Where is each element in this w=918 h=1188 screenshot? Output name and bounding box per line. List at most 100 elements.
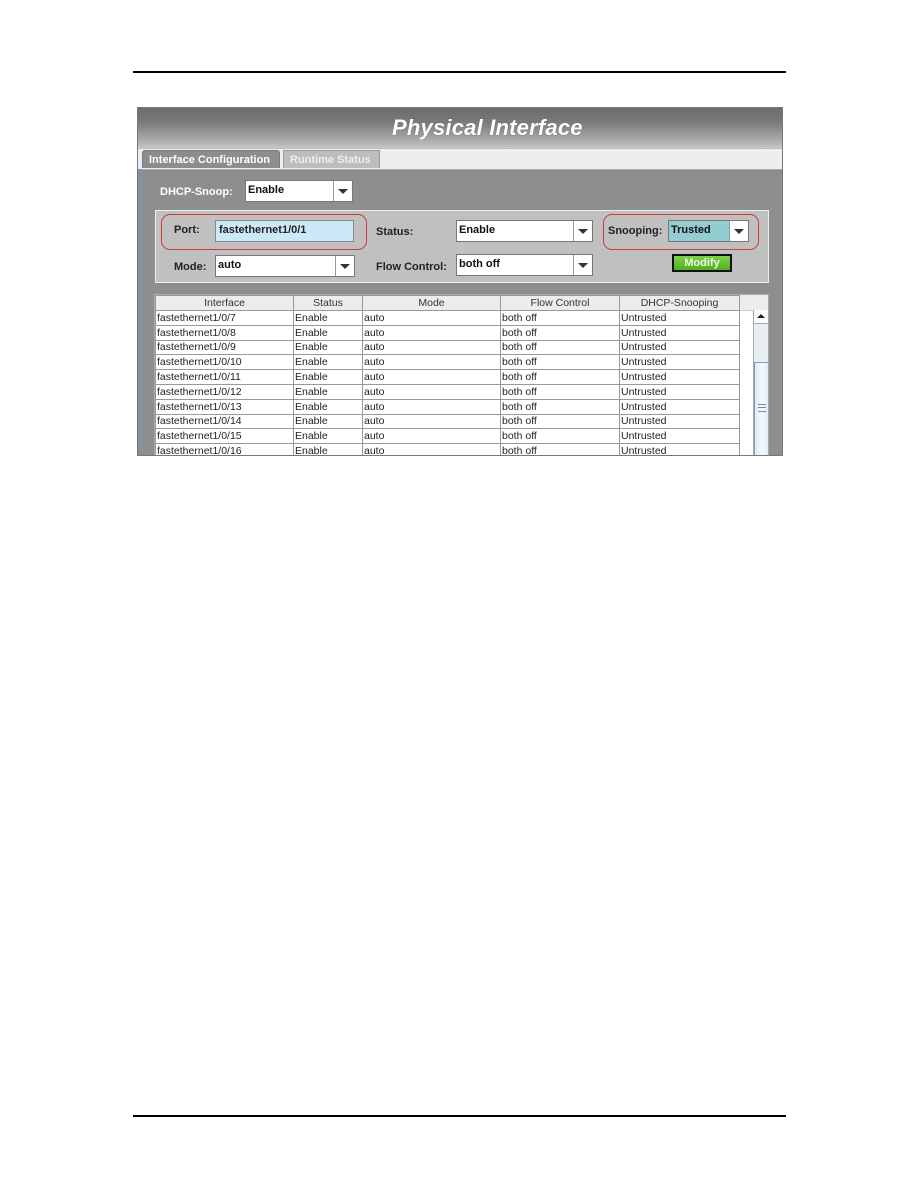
cell-flow-control: both off: [500, 398, 620, 415]
cell-flow-control: both off: [500, 354, 620, 371]
cell-status: Enable: [293, 428, 363, 445]
cell-dhcp-snooping: Untrusted: [619, 413, 740, 430]
cell-flow-control: both off: [500, 413, 620, 430]
cell-interface: fastethernet1/0/7: [155, 310, 294, 326]
cell-mode: auto: [362, 413, 501, 430]
flow-control-label: Flow Control:: [376, 261, 447, 273]
chevron-down-icon[interactable]: [729, 221, 748, 241]
port-label: Port:: [174, 224, 200, 236]
cell-interface: fastethernet1/0/10: [155, 354, 294, 371]
port-field[interactable]: fastethernet1/0/1: [215, 220, 354, 242]
cell-dhcp-snooping: Untrusted: [619, 383, 740, 400]
cell-dhcp-snooping: Untrusted: [619, 428, 740, 445]
dhcp-snoop-label: DHCP-Snoop:: [160, 186, 233, 198]
interface-grid: Interface Status Mode Flow Control DHCP-…: [155, 295, 740, 455]
cell-mode: auto: [362, 383, 501, 400]
table-header-row: Interface Status Mode Flow Control DHCP-…: [155, 295, 740, 311]
interface-table: Interface Status Mode Flow Control DHCP-…: [154, 294, 769, 455]
dhcp-snoop-value: Enable: [248, 184, 285, 196]
cell-dhcp-snooping: Untrusted: [619, 443, 740, 455]
cell-interface: fastethernet1/0/12: [155, 383, 294, 400]
scrollbar-thumb[interactable]: [754, 363, 768, 455]
cell-flow-control: both off: [500, 324, 620, 341]
table-row[interactable]: fastethernet1/0/10 Enable auto both off Untr…: [155, 354, 740, 371]
cell-dhcp-snooping: Untrusted: [619, 354, 740, 371]
cell-mode: auto: [362, 428, 501, 445]
cell-status: Enable: [293, 354, 363, 371]
cell-mode: auto: [362, 354, 501, 371]
cell-dhcp-snooping: Untrusted: [619, 324, 740, 341]
column-header-interface[interactable]: Interface: [155, 295, 294, 311]
table-row[interactable]: fastethernet1/0/13 Enable auto both off Untr…: [155, 398, 740, 415]
grip-icon: [758, 404, 766, 412]
column-header-mode[interactable]: Mode: [362, 295, 501, 311]
port-value: fastethernet1/0/1: [219, 224, 307, 236]
modify-button[interactable]: Modify: [672, 254, 732, 272]
table-row[interactable]: fastethernet1/0/11 Enable auto both off Untr…: [155, 369, 740, 385]
table-row[interactable]: fastethernet1/0/12 Enable auto both off Untr…: [155, 383, 740, 400]
mode-select[interactable]: auto: [215, 255, 355, 277]
chevron-down-icon[interactable]: [333, 181, 352, 201]
cell-status: Enable: [293, 339, 363, 356]
page-footer-rule: [133, 1115, 786, 1117]
cell-mode: auto: [362, 443, 501, 455]
cell-flow-control: both off: [500, 428, 620, 445]
cell-mode: auto: [362, 369, 501, 385]
port-settings-form: Port: fastethernet1/0/1 Status: Enable S…: [155, 210, 769, 283]
cell-mode: auto: [362, 398, 501, 415]
dhcp-snoop-select[interactable]: Enable: [245, 180, 353, 202]
cell-mode: auto: [362, 310, 501, 326]
cell-status: Enable: [293, 413, 363, 430]
table-row[interactable]: fastethernet1/0/15 Enable auto both off Untr…: [155, 428, 740, 445]
cell-status: Enable: [293, 310, 363, 326]
cell-interface: fastethernet1/0/8: [155, 324, 294, 341]
table-row[interactable]: fastethernet1/0/8 Enable auto both off Untru…: [155, 324, 740, 341]
cell-status: Enable: [293, 383, 363, 400]
column-header-flow-control[interactable]: Flow Control: [500, 295, 620, 311]
chevron-down-icon[interactable]: [573, 221, 592, 241]
interface-configuration-panel: DHCP-Snoop: Enable Port: fastethernet1/0…: [140, 169, 782, 455]
window-title: Physical Interface: [392, 115, 583, 140]
cell-dhcp-snooping: Untrusted: [619, 310, 740, 326]
table-row[interactable]: fastethernet1/0/14 Enable auto both off Untr…: [155, 413, 740, 430]
table-row[interactable]: fastethernet1/0/7 Enable auto both off Untru…: [155, 310, 740, 326]
table-row[interactable]: fastethernet1/0/16 Enable auto both off Untr…: [155, 443, 740, 455]
title-bar: Physical Interface: [138, 108, 782, 148]
cell-dhcp-snooping: Untrusted: [619, 339, 740, 356]
physical-interface-window: Physical Interface Interface Configurati…: [137, 107, 783, 456]
flow-control-value: both off: [459, 258, 500, 270]
cell-status: Enable: [293, 369, 363, 385]
table-header-filler: [738, 295, 768, 311]
cell-mode: auto: [362, 324, 501, 341]
scroll-up-arrow-icon[interactable]: [754, 310, 768, 324]
tab-interface-configuration[interactable]: Interface Configuration: [142, 150, 280, 168]
column-header-dhcp-snooping[interactable]: DHCP-Snooping: [619, 295, 740, 311]
chevron-down-icon[interactable]: [335, 256, 354, 276]
scrollbar-track[interactable]: [754, 324, 768, 363]
column-header-status[interactable]: Status: [293, 295, 363, 311]
table-row[interactable]: fastethernet1/0/9 Enable auto both off Untru…: [155, 339, 740, 356]
status-label: Status:: [376, 226, 414, 238]
mode-label: Mode:: [174, 261, 207, 273]
cell-interface: fastethernet1/0/9: [155, 339, 294, 356]
snooping-label: Snooping:: [608, 225, 663, 237]
cell-interface: fastethernet1/0/11: [155, 369, 294, 385]
flow-control-select[interactable]: both off: [456, 254, 593, 276]
cell-status: Enable: [293, 443, 363, 455]
cell-flow-control: both off: [500, 383, 620, 400]
cell-interface: fastethernet1/0/14: [155, 413, 294, 430]
status-value: Enable: [459, 224, 496, 236]
chevron-down-icon[interactable]: [573, 255, 592, 275]
tab-runtime-status[interactable]: Runtime Status: [283, 150, 380, 168]
status-select[interactable]: Enable: [456, 220, 593, 242]
cell-interface: fastethernet1/0/15: [155, 428, 294, 445]
cell-interface: fastethernet1/0/16: [155, 443, 294, 455]
snooping-select[interactable]: Trusted: [668, 220, 749, 242]
cell-dhcp-snooping: Untrusted: [619, 398, 740, 415]
snooping-value: Trusted: [671, 224, 711, 236]
page-header-rule: [133, 71, 786, 73]
cell-flow-control: both off: [500, 310, 620, 326]
cell-flow-control: both off: [500, 369, 620, 385]
modify-button-label: Modify: [674, 256, 730, 270]
table-scrollbar[interactable]: [753, 310, 768, 455]
